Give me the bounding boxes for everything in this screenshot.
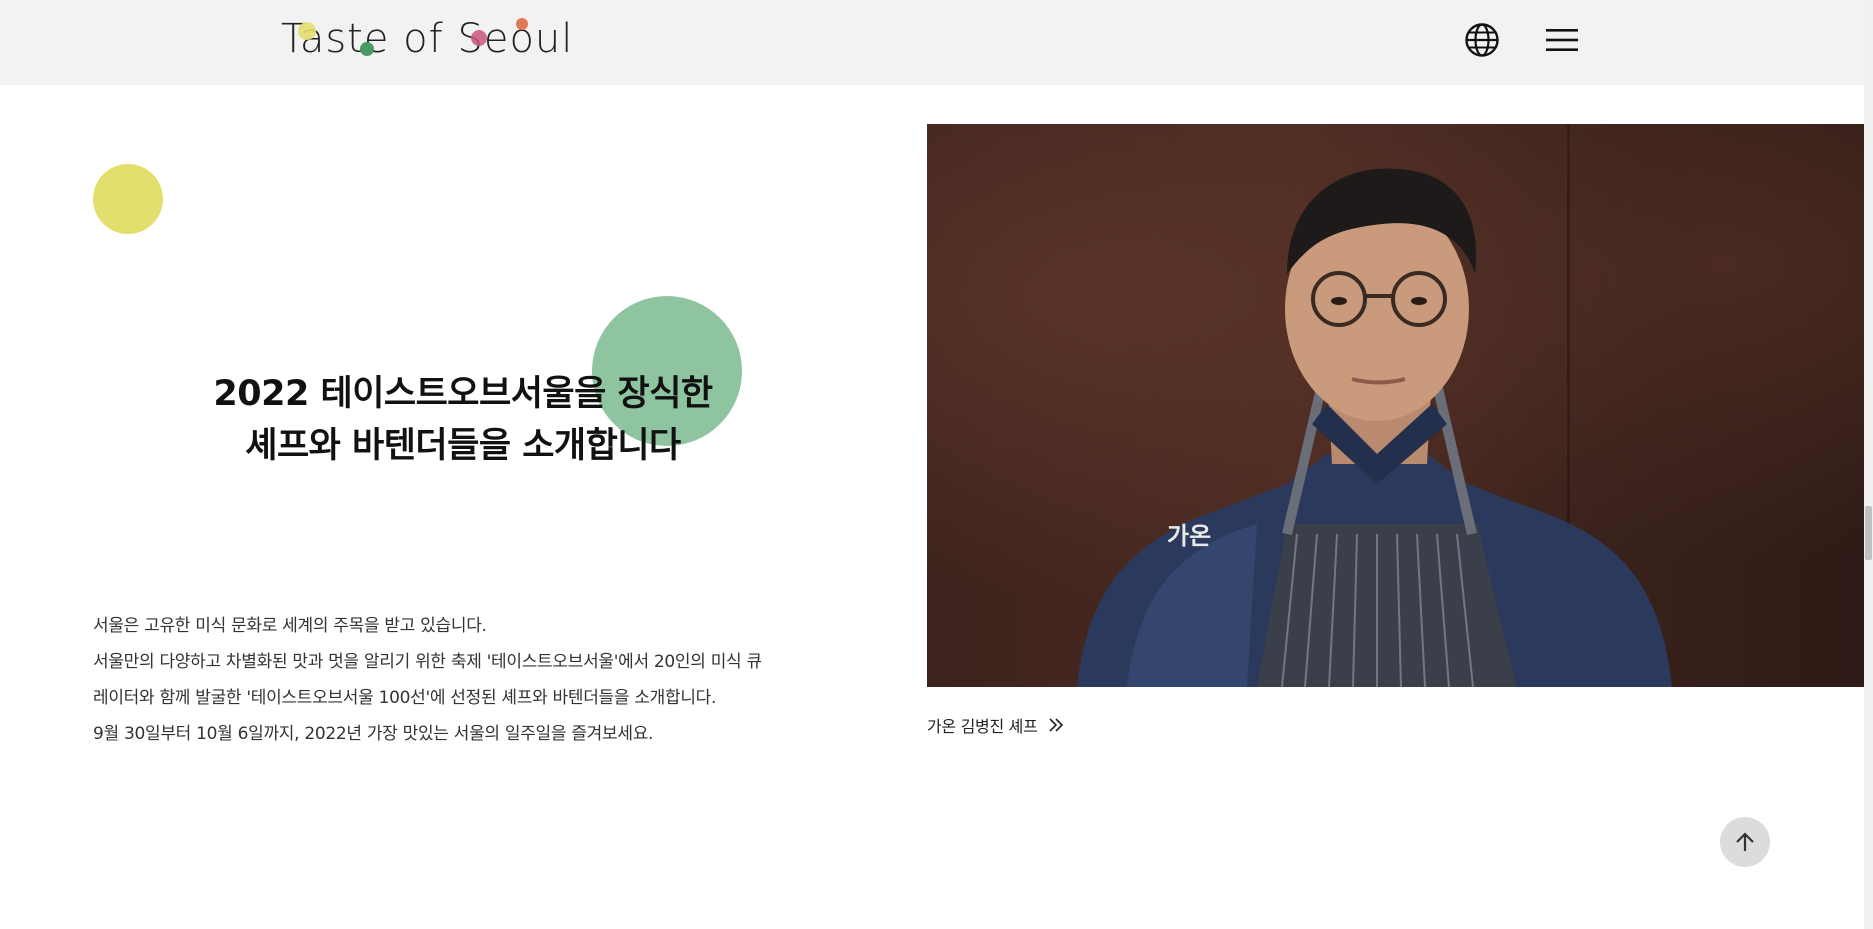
scroll-to-top-button[interactable] [1720,817,1770,867]
language-button[interactable] [1462,20,1502,60]
description-line: 서울만의 다양하고 차별화된 맛과 멋을 알리기 위한 축제 '테이스트오브서울… [93,652,762,672]
logo-dot [360,42,374,56]
description-line: 9월 30일부터 10월 6일까지, 2022년 가장 맛있는 서울의 일주일을… [93,724,654,744]
chef-caption-link[interactable]: 가온 김병진 셰프 [927,712,1064,738]
headline-line: 셰프와 바텐더들을 소개합니다 [245,426,681,466]
double-chevron-right-icon [1048,718,1063,732]
globe-icon [1465,23,1499,57]
section-headline: 2022 테이스트오브서울을 장식한 셰프와 바텐더들을 소개합니다 [93,368,833,472]
logo-dot [516,18,528,30]
svg-text:가온: 가온 [1167,522,1211,550]
arrow-up-icon [1736,832,1754,851]
site-logo[interactable]: Taste of Seoul [281,14,573,64]
menu-button[interactable] [1542,20,1582,60]
description-line: 서울은 고유한 미식 문화로 세계의 주목을 받고 있습니다. [93,616,487,636]
section-description: 서울은 고유한 미식 문화로 세계의 주목을 받고 있습니다. 서울만의 다양하… [93,608,853,752]
page-scrollbar[interactable] [1864,0,1873,929]
logo-dot [298,22,316,40]
logo-dot [471,30,487,46]
hamburger-menu-icon [1546,29,1578,51]
chef-figure: 가온 [1077,168,1672,687]
page-scrollbar-thumb[interactable] [1865,506,1872,560]
site-header: Taste of Seoul [0,0,1873,85]
chef-caption-text: 가온 김병진 셰프 [927,717,1038,736]
decorative-yellow-circle [93,164,163,234]
headline-line: 2022 테이스트오브서울을 장식한 [213,374,713,414]
description-line: 레이터와 함께 발굴한 '테이스트오브서울 100선'에 선정된 셰프와 바텐더… [93,688,717,708]
chef-photo[interactable]: 가온 [927,124,1864,687]
